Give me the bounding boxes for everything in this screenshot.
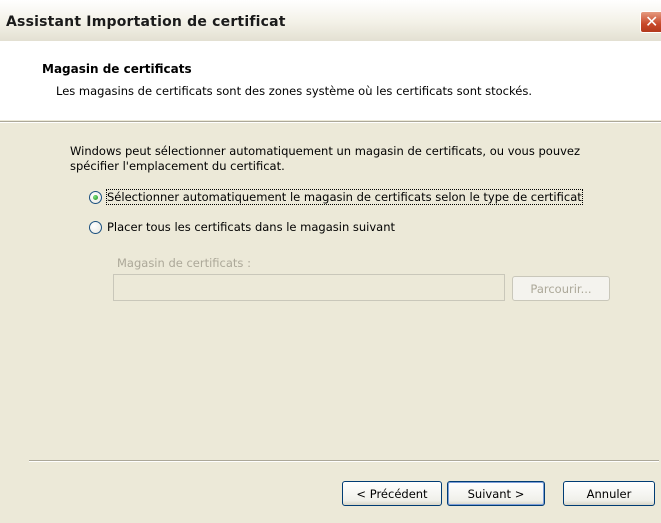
radio-auto-select-label: Sélectionner automatiquement le magasin … bbox=[106, 189, 583, 205]
intro-line-2: spécifier l'emplacement du certificat. bbox=[70, 159, 285, 173]
radio-button-unchecked[interactable] bbox=[89, 221, 102, 234]
section-description: Les magasins de certificats sont des zon… bbox=[56, 84, 532, 98]
header-divider bbox=[0, 121, 661, 123]
close-button[interactable]: ✕ bbox=[640, 11, 661, 33]
back-button[interactable]: < Précédent bbox=[342, 481, 442, 506]
footer-divider bbox=[29, 460, 659, 462]
title-bar: Assistant Importation de certificat ✕ bbox=[0, 0, 661, 42]
window-title: Assistant Importation de certificat bbox=[6, 14, 286, 30]
store-input[interactable] bbox=[113, 274, 505, 301]
radio-manual-store-label: Placer tous les certificats dans le maga… bbox=[107, 220, 396, 234]
intro-text: Windows peut sélectionner automatiquemen… bbox=[70, 144, 650, 174]
store-field-label: Magasin de certificats : bbox=[117, 256, 251, 270]
header-panel: Magasin de certificats Les magasins de c… bbox=[0, 41, 661, 120]
intro-line-1: Windows peut sélectionner automatiquemen… bbox=[70, 144, 581, 158]
browse-button[interactable]: Parcourir... bbox=[512, 276, 610, 301]
cancel-button[interactable]: Annuler bbox=[563, 481, 655, 506]
next-button[interactable]: Suivant > bbox=[447, 481, 545, 506]
close-icon: ✕ bbox=[645, 12, 659, 31]
section-title: Magasin de certificats bbox=[42, 62, 192, 76]
radio-button-checked[interactable] bbox=[89, 191, 102, 204]
